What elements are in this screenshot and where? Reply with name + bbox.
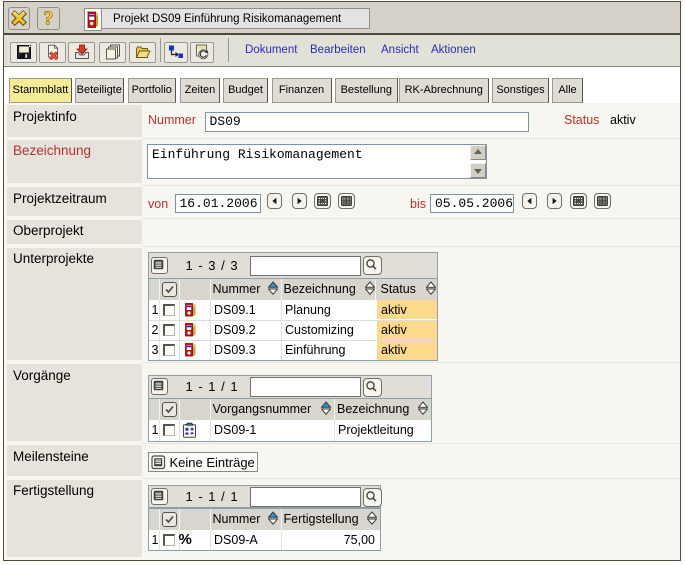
svg-text:?: ? <box>44 8 54 29</box>
